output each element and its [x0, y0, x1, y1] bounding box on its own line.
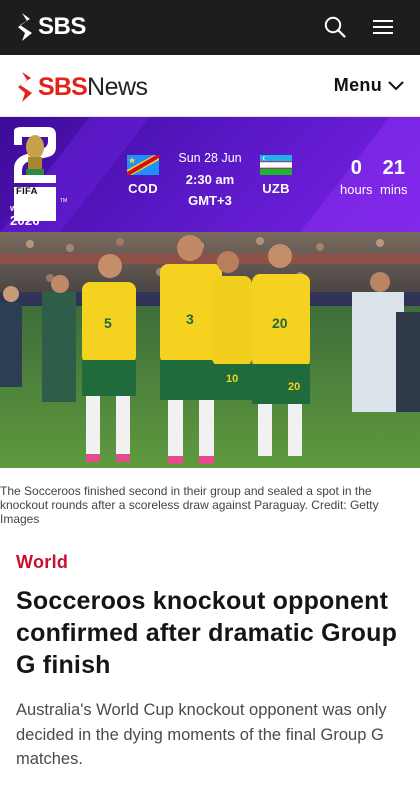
trademark-mark: TM: [60, 198, 68, 204]
news-header: SBS News Menu: [0, 55, 420, 117]
search-icon: [324, 16, 346, 38]
hamburger-menu-button[interactable]: [368, 12, 398, 42]
dr-congo-flag-icon: [127, 155, 159, 175]
sbs-logo[interactable]: SBS: [16, 12, 86, 42]
home-team-code: COD: [128, 181, 158, 196]
sbs-news-flame-icon: [18, 72, 32, 102]
menu-button[interactable]: Menu: [334, 75, 404, 96]
away-team-code: UZB: [262, 181, 290, 196]
sbs-news-logo[interactable]: SBS News: [16, 70, 148, 104]
sbs-flame-icon: [18, 13, 32, 41]
match-datetime: Sun 28 Jun 2:30 am GMT+3: [170, 148, 250, 211]
hamburger-icon: [373, 20, 393, 34]
sbs-news-brand-red: SBS: [38, 72, 88, 101]
hero-number-10: 10: [226, 373, 238, 385]
match-timezone: GMT+3: [188, 193, 232, 208]
away-team[interactable]: UZB: [260, 155, 292, 196]
hero-image-socceroos: 5 3 10 20 20: [0, 232, 420, 468]
uzbekistan-flag-icon: [260, 155, 292, 175]
site-top-bar: SBS: [0, 0, 420, 55]
fifa-text: FIFA: [16, 186, 38, 197]
menu-label: Menu: [333, 75, 382, 95]
hero-number-5: 5: [104, 315, 112, 331]
chevron-down-icon: [388, 80, 404, 90]
hero-number-20: 20: [272, 315, 288, 331]
countdown-hours-label: hours: [340, 182, 373, 197]
match-date: Sun 28 Jun: [178, 151, 242, 165]
world-cup-match-banner[interactable]: 26 FIFA WORLD CUP 2026 TM COD Sun 28 Jun…: [0, 117, 420, 232]
hero-number-20b: 20: [288, 381, 300, 393]
world-cup-year: 2026: [10, 213, 40, 228]
article-standfirst: Australia's World Cup knockout opponent …: [16, 701, 387, 768]
article-headline[interactable]: Socceroos knockout opponent confirmed af…: [16, 585, 411, 681]
search-button[interactable]: [320, 12, 350, 42]
section-link-world[interactable]: World: [16, 552, 68, 573]
sbs-news-brand-dark: News: [87, 72, 148, 101]
hero-illustration: 5 3 10 20 20: [0, 232, 420, 468]
hero-image-caption: The Socceroos finished second in their g…: [0, 484, 379, 527]
world-cup-text: WORLD CUP: [10, 206, 55, 213]
home-team[interactable]: COD: [127, 155, 159, 196]
hero-number-3: 3: [186, 311, 194, 327]
sbs-logo-text: SBS: [38, 13, 86, 40]
match-time: 2:30 am: [185, 172, 235, 187]
countdown-mins-value: 21: [382, 157, 405, 179]
countdown-mins: 21 mins: [380, 157, 407, 197]
world-cup-logo-number: 26: [8, 125, 9, 126]
countdown-hours-value: 0: [350, 157, 362, 179]
countdown-hours: 0 hours: [340, 157, 373, 197]
fifa-world-cup-2026-logo: 26 FIFA WORLD CUP 2026 TM: [8, 125, 90, 228]
countdown-mins-label: mins: [380, 182, 408, 197]
